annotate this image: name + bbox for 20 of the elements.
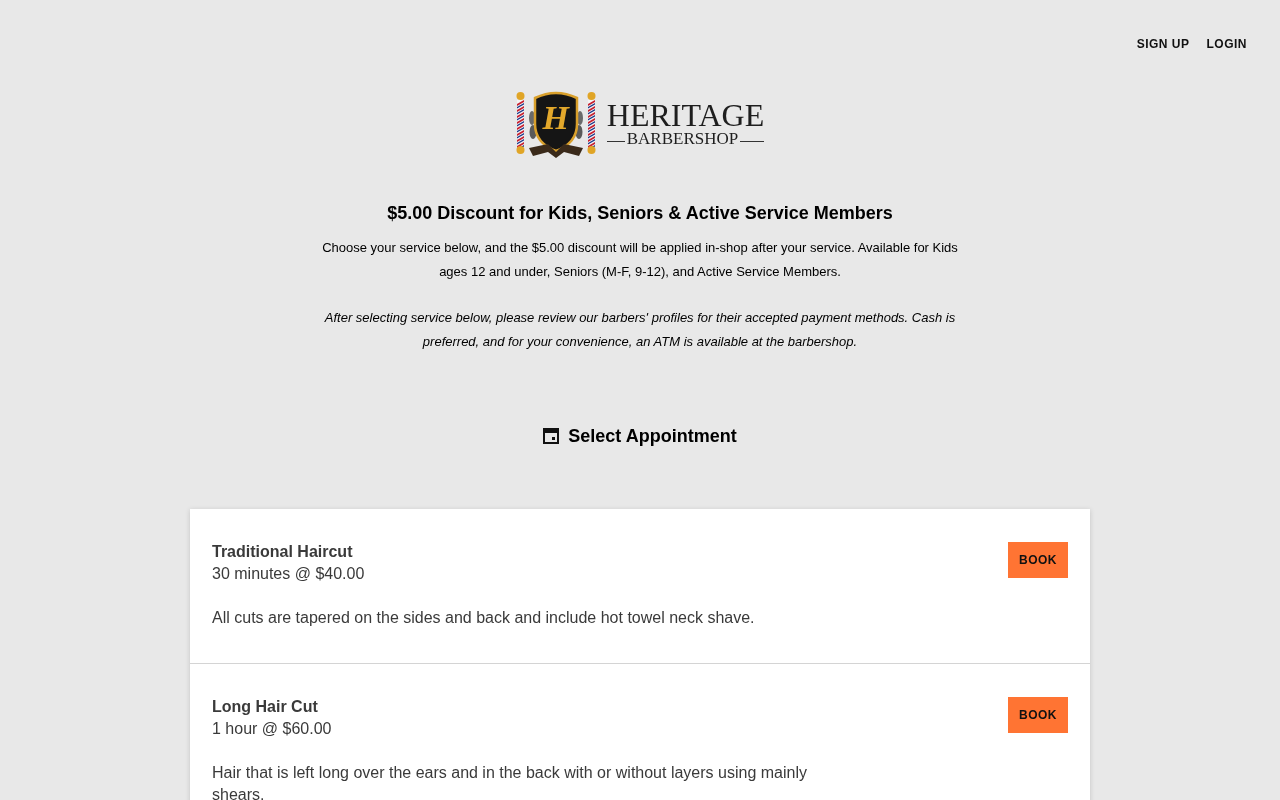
service-duration: 1 hour @ $60.00 [212, 719, 332, 739]
book-button[interactable]: BOOK [1008, 542, 1068, 578]
service-description: Hair that is left long over the ears and in the back with or without layers using mainly shears. [212, 763, 808, 800]
nav-link[interactable]: LOGIN [1206, 37, 1247, 51]
barber-pole-icon [586, 92, 596, 154]
barber-pole-icon [515, 92, 525, 154]
service-name: Long Hair Cut [212, 697, 318, 717]
calendar-icon [543, 428, 560, 444]
notice-heading: $5.00 Discount for Kids, Seniors & Active Service Members [386, 202, 894, 224]
notice-paragraph: After selecting service below, please review our barbers' profiles for their accepted payment methods. Cash is preferred, and for your convenience, an ATM is available at the barbershop. [323, 309, 957, 351]
service-duration: 30 minutes @ $40.00 [212, 564, 365, 584]
logo-tagline: BARBERSHOP [626, 130, 739, 148]
notice-paragraph: Choose your service below, and the $5.00 discount will be applied in-shop after your service. Available for Kids ages 12 and under, Seniors (M-F, 9-12), and Active Service Members. [321, 239, 959, 281]
nav-link[interactable]: SIGN UP [1136, 37, 1190, 51]
section-heading: Select Appointment [568, 425, 737, 447]
book-button[interactable]: BOOK [1008, 697, 1068, 733]
logo-wordmark: HERITAGE [606, 100, 765, 130]
logo-monogram: H [542, 101, 569, 135]
service-name: Traditional Haircut [212, 542, 353, 562]
service-description: All cuts are tapered on the sides and back and include hot towel neck shave. [212, 608, 755, 628]
